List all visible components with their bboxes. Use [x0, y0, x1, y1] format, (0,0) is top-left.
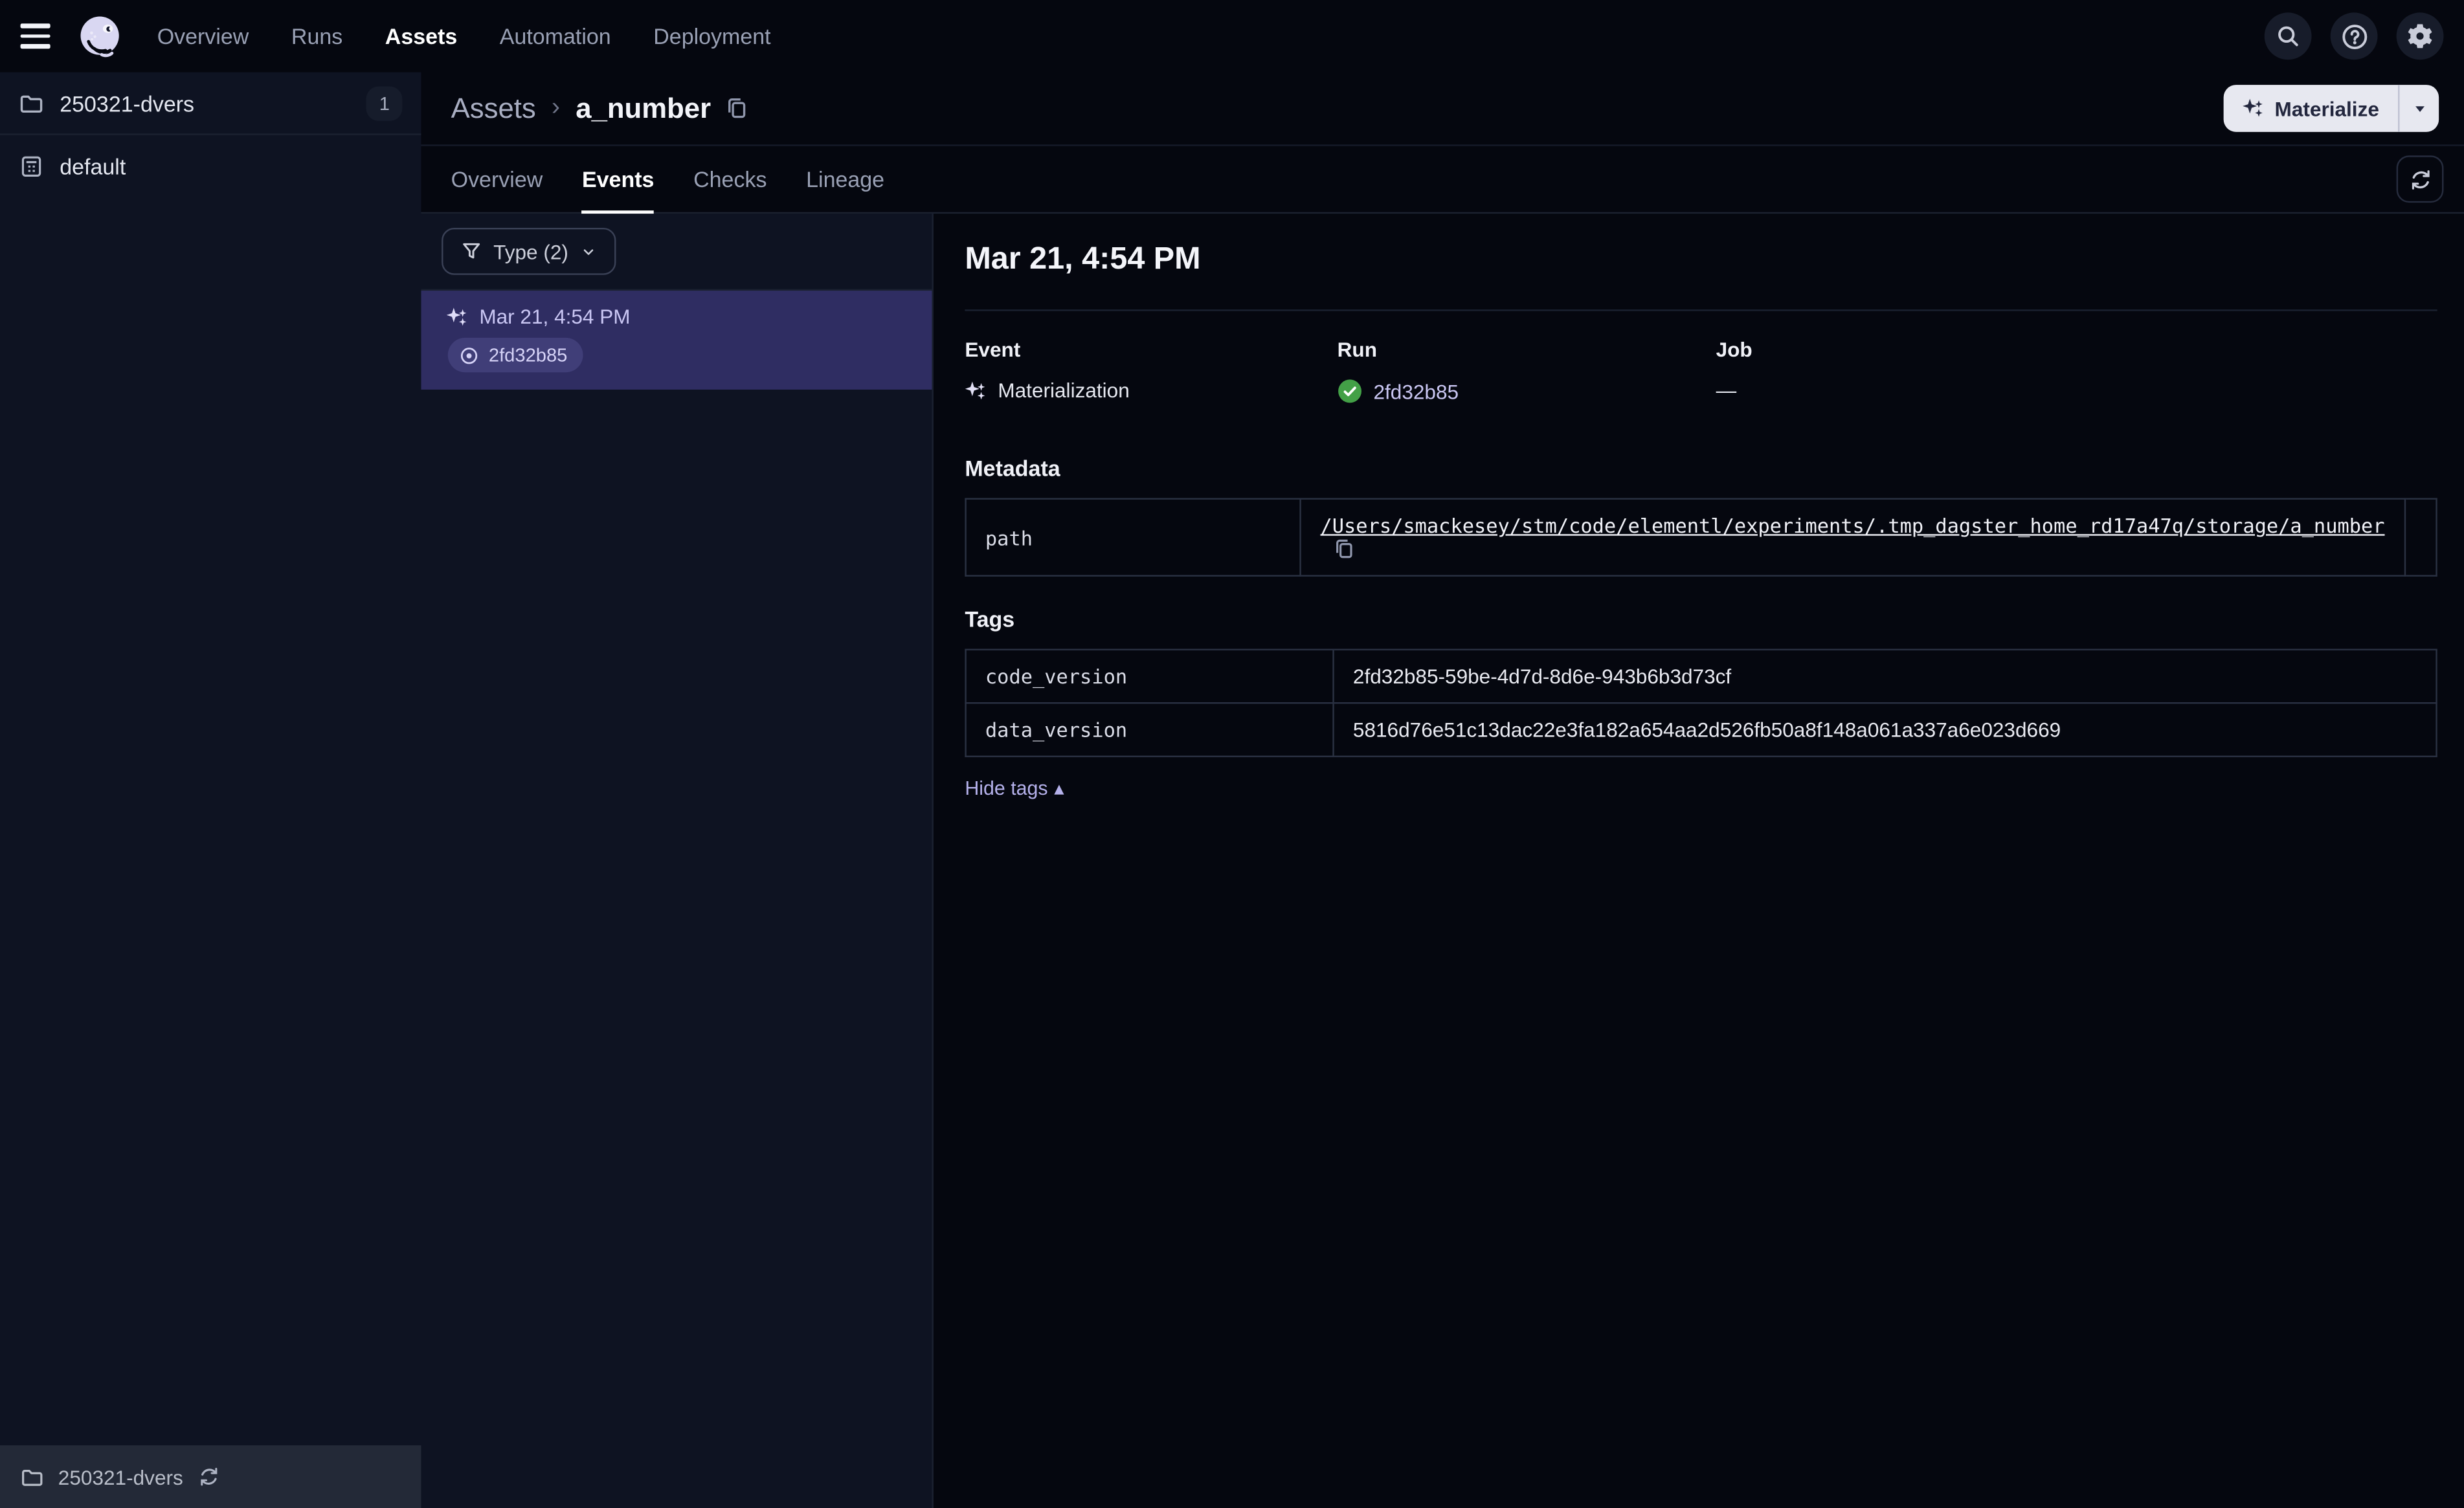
tab-overview[interactable]: Overview — [451, 146, 543, 212]
sync-icon — [199, 1467, 217, 1486]
run-success-icon — [1338, 379, 1362, 403]
caret-down-icon — [2414, 106, 2424, 112]
nav-links: Overview Runs Assets Automation Deployme… — [157, 23, 771, 49]
dagster-logo[interactable] — [76, 12, 124, 60]
table-row: data_version 5816d76e51c13dac22e3fa182a6… — [965, 702, 2437, 757]
sidebar-item-code-location[interactable]: 250321-dvers 1 — [0, 72, 421, 135]
metadata-action-cell — [2403, 498, 2437, 577]
nav-link-deployment[interactable]: Deployment — [653, 23, 770, 49]
help-icon — [2340, 23, 2367, 49]
breadcrumb-assets-link[interactable]: Assets — [451, 92, 536, 125]
table-row: code_version 2fd32b85-59be-4d7d-8d6e-943… — [965, 649, 2437, 704]
metadata-key: path — [965, 498, 1302, 577]
filter-row: Type (2) — [421, 214, 932, 291]
tab-bar: Overview Events Checks Lineage — [421, 146, 2464, 214]
settings-button[interactable] — [2396, 12, 2444, 60]
metadata-path-link[interactable]: /Users/smackesey/stm/code/elementl/exper… — [1321, 514, 2385, 537]
tab-events[interactable]: Events — [581, 146, 654, 214]
page-header: Assets › a_number Materialize — [421, 72, 2464, 146]
type-filter-label: Type (2) — [493, 239, 568, 263]
nav-link-overview[interactable]: Overview — [157, 23, 249, 49]
sparkle-icon — [2242, 98, 2262, 117]
refresh-icon — [2411, 169, 2429, 189]
materialization-sparkle-icon — [446, 305, 468, 327]
job-column: Job — — [1716, 338, 2437, 404]
nav-link-automation[interactable]: Automation — [500, 23, 611, 49]
materialization-sparkle-icon — [965, 379, 987, 401]
type-filter-button[interactable]: Type (2) — [442, 227, 616, 275]
breadcrumb-separator: › — [552, 94, 560, 121]
metadata-table: path /Users/smackesey/stm/code/elementl/… — [965, 498, 2437, 577]
asset-count-badge: 1 — [366, 85, 403, 120]
event-summary-grid: Event Materialization Run 2fd32b85 Job — — [965, 338, 2437, 404]
nav-actions — [2264, 12, 2444, 60]
sidebar-footer: 250321-dvers — [0, 1445, 421, 1508]
event-type-value: Materialization — [998, 378, 1130, 403]
tab-checks[interactable]: Checks — [693, 146, 767, 212]
folder-icon — [21, 1465, 44, 1488]
copy-icon — [1336, 539, 1353, 559]
copy-asset-name-button[interactable] — [725, 96, 750, 121]
event-column: Event Materialization — [965, 338, 1337, 404]
chevron-down-icon — [583, 249, 593, 254]
events-list-panel: Type (2) Mar 21, 4:54 PM 2fd32b85 — [421, 214, 934, 1508]
copy-path-button[interactable] — [1333, 537, 1356, 560]
run-column: Run 2fd32b85 — [1338, 338, 1716, 404]
top-nav: Overview Runs Assets Automation Deployme… — [0, 0, 2464, 72]
run-column-header: Run — [1337, 337, 1377, 362]
folder-icon — [19, 91, 44, 116]
event-detail-panel: Mar 21, 4:54 PM Event Materialization Ru… — [934, 214, 2464, 1508]
tab-lineage[interactable]: Lineage — [806, 146, 884, 212]
materialize-split-button: Materialize — [2223, 85, 2439, 132]
search-button[interactable] — [2264, 12, 2312, 60]
tags-table: code_version 2fd32b85-59be-4d7d-8d6e-943… — [965, 649, 2437, 757]
materialize-button[interactable]: Materialize — [2223, 85, 2398, 132]
page-title: a_number — [576, 91, 711, 124]
hide-tags-button[interactable]: Hide tags ▴ — [965, 776, 1064, 799]
run-id-link[interactable]: 2fd32b85 — [1373, 379, 1459, 403]
metadata-heading: Metadata — [965, 455, 1060, 481]
gear-icon — [2408, 24, 2432, 49]
asset-group-icon — [19, 154, 44, 179]
octopus-logo-icon — [80, 16, 119, 57]
tag-key: data_version — [965, 702, 1334, 757]
table-row: path /Users/smackesey/stm/code/elementl/… — [965, 498, 2437, 577]
caret-up-icon: ▴ — [1054, 777, 1064, 800]
event-column-header: Event — [965, 337, 1021, 362]
event-timestamp: Mar 21, 4:54 PM — [479, 304, 631, 329]
help-button[interactable] — [2330, 12, 2378, 60]
breadcrumb: Assets › a_number — [451, 92, 750, 125]
divider — [965, 309, 2437, 311]
tag-value: 2fd32b85-59be-4d7d-8d6e-943b6b3d73cf — [1332, 649, 2437, 704]
event-run-badge[interactable]: 2fd32b85 — [447, 337, 583, 373]
event-detail-title: Mar 21, 4:54 PM — [965, 241, 1201, 277]
tag-value: 5816d76e51c13dac22e3fa182a654aa2d526fb50… — [1332, 702, 2437, 757]
reload-location-button[interactable] — [197, 1466, 219, 1488]
sidebar: 250321-dvers 1 default 250321-dvers — [0, 72, 421, 1508]
tag-key: code_version — [965, 649, 1334, 704]
nav-link-runs[interactable]: Runs — [291, 23, 342, 49]
nav-link-assets[interactable]: Assets — [385, 23, 457, 49]
job-column-header: Job — [1716, 337, 1753, 362]
menu-icon[interactable] — [20, 14, 65, 58]
code-location-label: 250321-dvers — [60, 90, 195, 116]
job-value: — — [1716, 378, 1737, 403]
filter-funnel-icon — [463, 243, 480, 259]
tags-section: Tags code_version 2fd32b85-59be-4d7d-8d6… — [965, 606, 2437, 802]
tags-heading: Tags — [965, 606, 1015, 632]
group-label: default — [60, 153, 126, 179]
dagster-app: Overview Runs Assets Automation Deployme… — [0, 0, 2464, 1508]
event-run-id: 2fd32b85 — [488, 344, 568, 366]
footer-code-location-label: 250321-dvers — [58, 1465, 183, 1489]
materialize-label: Materialize — [2274, 96, 2379, 120]
run-status-icon — [460, 346, 478, 364]
content-area: Assets › a_number Materialize Overview E… — [421, 72, 2464, 1508]
sidebar-item-group-default[interactable]: default — [0, 135, 421, 198]
event-list-item-selected[interactable]: Mar 21, 4:54 PM 2fd32b85 — [421, 291, 932, 389]
copy-icon — [729, 98, 746, 118]
refresh-button[interactable] — [2396, 155, 2444, 203]
search-icon — [2278, 26, 2298, 47]
hide-tags-label: Hide tags — [965, 777, 1048, 799]
materialize-dropdown-button[interactable] — [2398, 85, 2439, 132]
